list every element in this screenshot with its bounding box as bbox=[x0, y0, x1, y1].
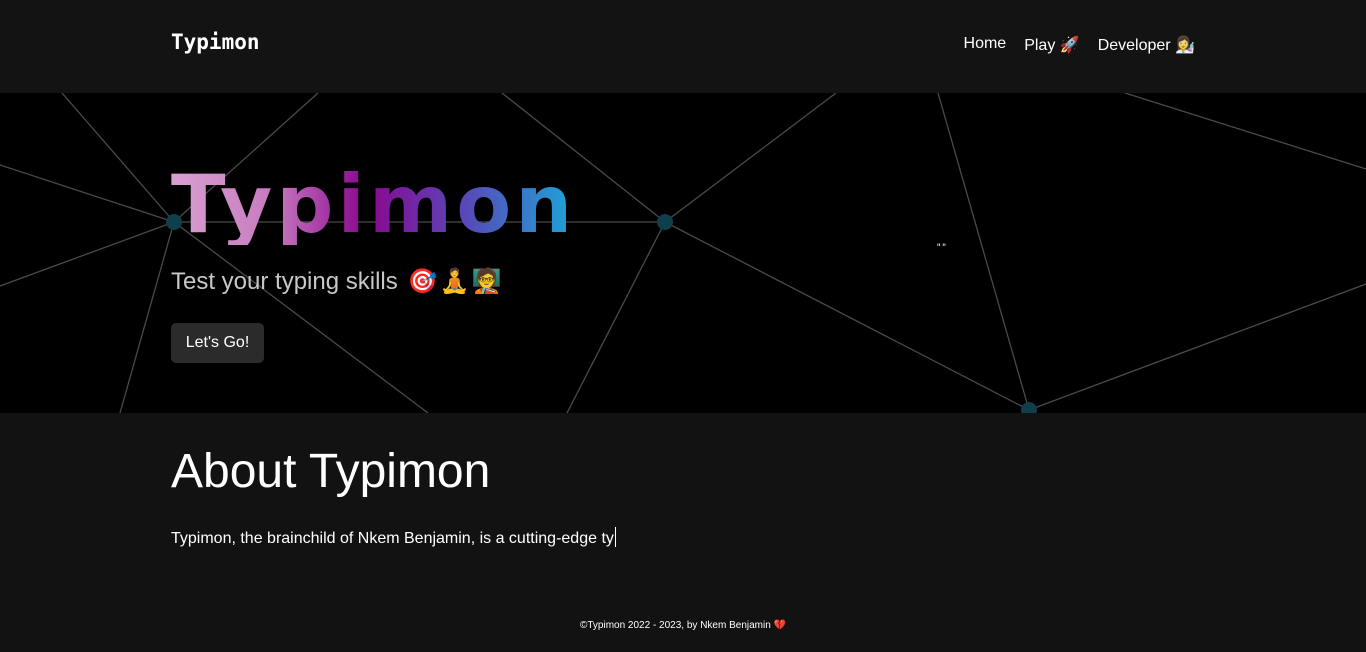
nav-link-developer[interactable]: Developer 👩‍🔬 bbox=[1098, 35, 1195, 55]
network-line bbox=[566, 221, 666, 413]
nav-link-play[interactable]: Play 🚀 bbox=[1024, 35, 1080, 55]
hero-section: Typimon Test your typing skills 🎯🧘🧑‍🏫 Let… bbox=[0, 93, 1366, 413]
about-typed-text: Typimon, the brainchild of Nkem Benjamin… bbox=[171, 530, 614, 547]
hero-title: Typimon bbox=[171, 158, 577, 251]
about-title: About Typimon bbox=[171, 445, 491, 498]
network-line bbox=[664, 93, 837, 223]
about-text: Typimon, the brainchild of Nkem Benjamin… bbox=[171, 527, 616, 548]
footer: ©Typimon 2022 - 2023, by Nkem Benjamin 💔 bbox=[0, 620, 1366, 631]
network-node bbox=[1021, 402, 1037, 413]
lets-go-button[interactable]: Let's Go! bbox=[171, 323, 264, 363]
network-line bbox=[937, 93, 1030, 411]
network-line bbox=[0, 221, 175, 287]
network-line bbox=[119, 221, 175, 413]
particle-network-background bbox=[0, 93, 1366, 413]
network-line bbox=[664, 221, 1030, 411]
network-line bbox=[1124, 93, 1366, 170]
hero-subtitle-emojis: 🎯🧘🧑‍🏫 bbox=[407, 268, 504, 295]
network-line bbox=[61, 93, 175, 223]
hero-subtitle: Test your typing skills 🎯🧘🧑‍🏫 bbox=[171, 267, 503, 296]
nav-links: Home Play 🚀 Developer 👩‍🔬 bbox=[964, 35, 1195, 55]
quote-mark: "" bbox=[936, 243, 947, 253]
nav-link-home[interactable]: Home bbox=[964, 35, 1007, 55]
network-line bbox=[0, 164, 175, 223]
typing-caret bbox=[614, 527, 616, 547]
navbar: Typimon Home Play 🚀 Developer 👩‍🔬 bbox=[0, 0, 1366, 93]
network-line bbox=[1028, 283, 1366, 411]
footer-text: ©Typimon 2022 - 2023, by Nkem Benjamin 💔 bbox=[579, 620, 787, 631]
network-node bbox=[657, 214, 673, 230]
hero-subtitle-text: Test your typing skills bbox=[171, 268, 398, 295]
brand-logo-link[interactable]: Typimon bbox=[171, 30, 260, 54]
